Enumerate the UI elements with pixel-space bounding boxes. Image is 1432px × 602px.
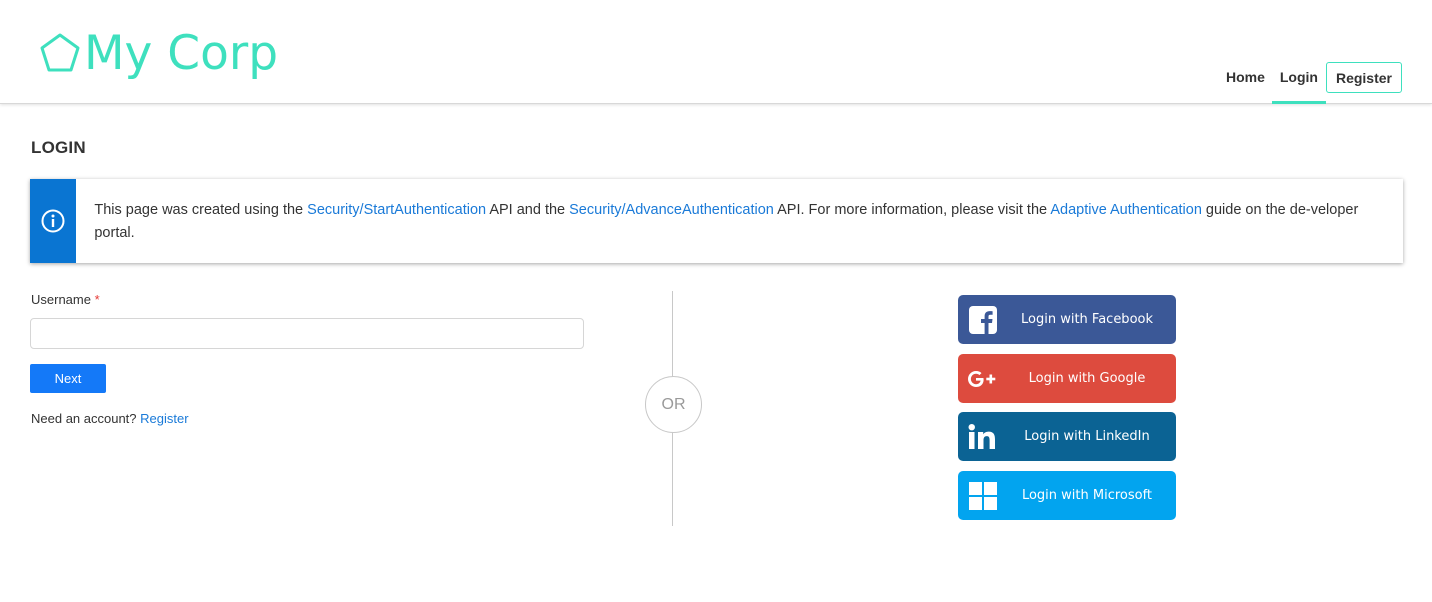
login-microsoft-button[interactable]: Login with Microsoft	[958, 471, 1176, 520]
brand-name: My Corp	[84, 25, 279, 81]
adaptive-authentication-link[interactable]: Adaptive Authentication	[1050, 202, 1202, 218]
main-nav: Home Login Register	[1219, 62, 1402, 104]
login-facebook-button[interactable]: Login with Facebook	[958, 295, 1176, 344]
login-microsoft-label: Login with Microsoft	[1021, 488, 1153, 503]
microsoft-icon	[958, 471, 1008, 520]
need-account-prompt: Need an account?	[31, 411, 141, 426]
nav-register-button[interactable]: Register	[1325, 62, 1402, 93]
info-icon	[41, 209, 65, 233]
banner-accent	[30, 179, 77, 263]
nav-home-link[interactable]: Home	[1219, 62, 1272, 104]
advance-authentication-link[interactable]: Security/AdvanceAuthentication	[569, 202, 774, 218]
next-button[interactable]: Next	[30, 364, 106, 393]
site-header: My Corp Home Login Register	[0, 0, 1432, 104]
required-mark: *	[94, 292, 100, 307]
pentagon-logo-icon	[40, 33, 80, 72]
linkedin-icon	[958, 412, 1008, 461]
banner-text-2: API and the	[486, 202, 570, 218]
need-account-text: Need an account? Register	[31, 411, 189, 426]
banner-text-3: API. For more information, please visit …	[773, 202, 1051, 218]
username-input[interactable]	[30, 318, 584, 349]
login-facebook-label: Login with Facebook	[1021, 312, 1153, 327]
google-plus-icon	[958, 354, 1008, 403]
username-label-text: Username	[31, 292, 91, 307]
start-authentication-link[interactable]: Security/StartAuthentication	[307, 202, 486, 218]
login-linkedin-button[interactable]: Login with LinkedIn	[958, 412, 1176, 461]
username-label: Username *	[31, 292, 100, 307]
login-google-button[interactable]: Login with Google	[958, 354, 1176, 403]
page-title: LOGIN	[31, 138, 86, 157]
nav-login-link[interactable]: Login	[1271, 62, 1326, 104]
banner-text-1: This page was created using the	[94, 202, 308, 218]
login-google-label: Login with Google	[1028, 371, 1146, 386]
banner-message: This page was created using the Security…	[76, 179, 1403, 263]
facebook-icon	[958, 295, 1008, 344]
brand-logo[interactable]: My Corp	[38, 24, 278, 82]
login-linkedin-label: Login with LinkedIn	[1024, 429, 1150, 444]
register-link[interactable]: Register	[140, 411, 188, 426]
or-separator: OR	[645, 376, 702, 433]
info-banner: This page was created using the Security…	[30, 179, 1403, 263]
